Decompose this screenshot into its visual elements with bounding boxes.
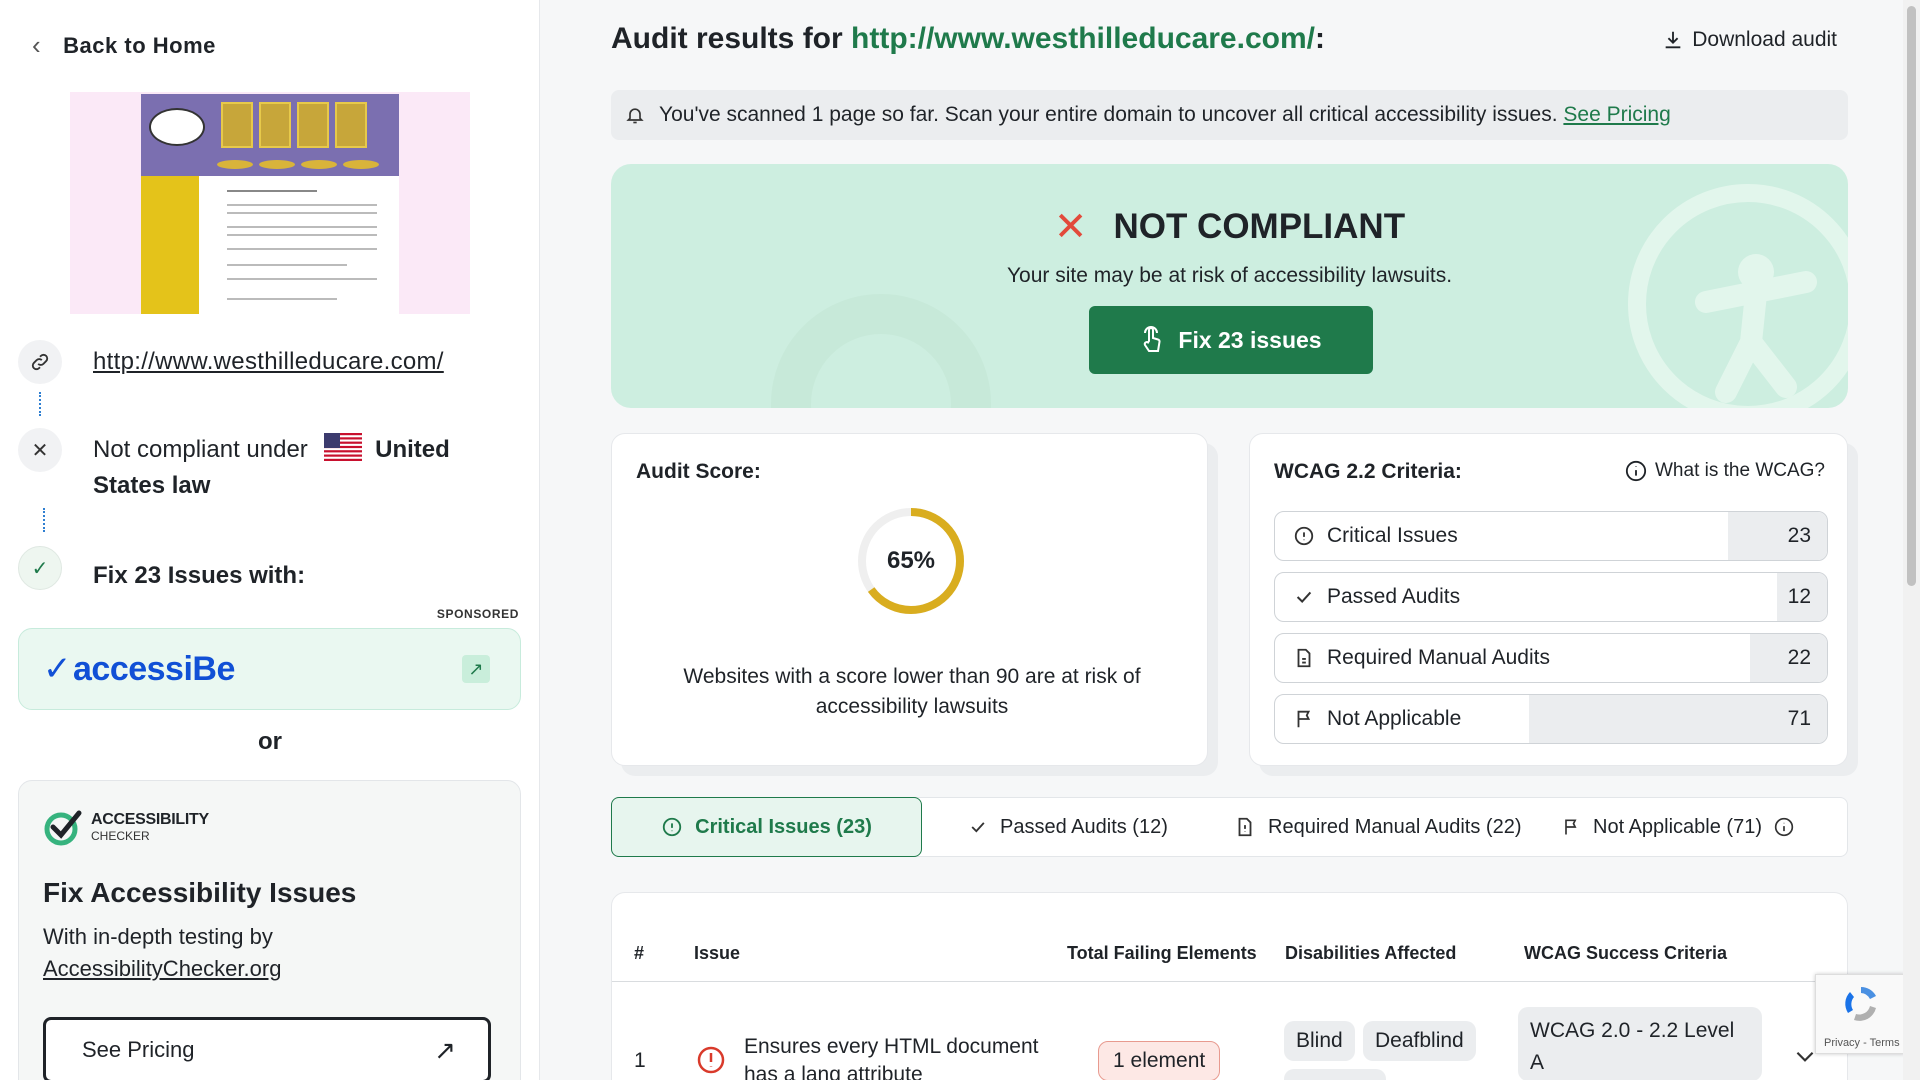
checker-subtitle: With in-depth testing by AccessibilityCh…: [43, 924, 282, 981]
disability-more-tag: +1 more: [1284, 1069, 1386, 1080]
site-screenshot-thumbnail: [70, 92, 470, 314]
tab-required-manual-audits[interactable]: Required Manual Audits (22): [1234, 797, 1521, 857]
col-number: #: [634, 943, 645, 963]
accessibe-logo: ✓accessiBe: [43, 650, 235, 688]
failing-elements-pill: 1 element: [1098, 1041, 1221, 1080]
back-label: Back to Home: [63, 32, 216, 58]
flag-icon: [1565, 819, 1577, 835]
audit-score-label: Audit Score:: [636, 460, 761, 483]
arrow-up-right-icon: ↗: [434, 1034, 456, 1065]
see-pricing-link[interactable]: See Pricing: [1563, 103, 1670, 126]
accessibe-sponsor-card[interactable]: ✓accessiBe ↗: [18, 628, 521, 710]
col-disabilities: Disabilities Affected: [1285, 943, 1457, 963]
disability-tag: Deafblind: [1363, 1021, 1476, 1061]
info-icon: [1774, 817, 1794, 837]
results-tabs: Critical Issues (23) Passed Audits (12) …: [611, 797, 1848, 857]
score-donut: 65%: [856, 506, 966, 616]
audit-score-card: Audit Score: 65% Websites with a score l…: [611, 433, 1208, 766]
criteria-critical-issues[interactable]: Critical Issues 23: [1274, 511, 1828, 561]
scrollbar-thumb[interactable]: [1907, 6, 1916, 586]
download-icon: [1665, 31, 1681, 49]
criteria-not-applicable[interactable]: Not Applicable 71: [1274, 694, 1828, 744]
accessibe-mark-icon: ✓: [43, 650, 72, 688]
tab-critical-issues[interactable]: Critical Issues (23): [611, 797, 922, 857]
risk-text: Your site may be at risk of accessibilit…: [1006, 264, 1453, 287]
link-icon: [18, 340, 62, 384]
recaptcha-terms: Privacy - Terms: [1824, 1037, 1900, 1049]
col-failing-elements: Total Failing Elements: [1067, 943, 1257, 963]
see-pricing-button[interactable]: See Pricing ↗: [43, 1017, 491, 1080]
external-arrow-icon: ↗: [462, 655, 490, 683]
main-content: Audit results for http://www.westhilledu…: [541, 0, 1903, 1080]
site-url-link[interactable]: http://www.westhilleducare.com/: [93, 348, 444, 376]
sponsored-label: SPONSORED: [436, 607, 519, 621]
back-to-home-link[interactable]: ‹ Back to Home: [32, 30, 216, 61]
check-icon: [971, 822, 985, 833]
bell-icon: [626, 108, 644, 124]
compliance-hero: ✕ NOT COMPLIANT Your site may be at risk…: [611, 164, 1848, 408]
row-number: 1: [634, 1049, 646, 1072]
page-scrollbar[interactable]: [1903, 0, 1920, 1080]
tab-not-applicable[interactable]: Not Applicable (71): [1561, 797, 1794, 857]
tab-passed-audits[interactable]: Passed Audits (12): [968, 797, 1168, 857]
recaptcha-icon: [1845, 987, 1876, 1021]
page-title: Audit results for http://www.westhilledu…: [611, 22, 1325, 55]
check-icon: ✓: [18, 546, 62, 590]
col-wcag-criteria: WCAG Success Criteria: [1524, 943, 1728, 963]
alert-circle-icon: [662, 817, 682, 837]
checker-title: Fix Accessibility Issues: [43, 877, 357, 908]
fix-with-heading: Fix 23 Issues with:: [93, 562, 306, 589]
document-icon: [1238, 817, 1252, 837]
x-icon: ✕: [1053, 205, 1088, 249]
sidebar: ‹ Back to Home http://www.westhilleducar…: [0, 0, 540, 1080]
wcag-label: WCAG 2.2 Criteria:: [1274, 460, 1462, 483]
error-circle-icon: [697, 1046, 725, 1074]
accessibility-checker-link[interactable]: AccessibilityChecker.org: [43, 956, 281, 981]
or-divider: or: [258, 728, 282, 755]
criteria-required-manual-audits[interactable]: Required Manual Audits 22: [1274, 633, 1828, 683]
compliance-status-heading: ✕ NOT COMPLIANT: [1053, 205, 1406, 249]
what-is-wcag-link[interactable]: What is the WCAG?: [1625, 460, 1825, 482]
info-icon: [1625, 460, 1647, 482]
us-flag-icon: [324, 433, 363, 461]
document-icon: [1297, 648, 1311, 668]
col-issue: Issue: [694, 943, 741, 963]
flag-icon: [1297, 710, 1311, 728]
download-audit-button[interactable]: Download audit: [1662, 28, 1837, 52]
issue-title: Ensures every HTML document has a lang a…: [744, 1035, 1039, 1080]
score-value: 65%: [886, 547, 936, 574]
scan-notice-banner: You've scanned 1 page so far. Scan your …: [611, 90, 1848, 140]
alert-circle-icon: [1294, 526, 1314, 546]
accessibility-checker-card: ACCESSIBILITY CHECKER Fix Accessibility …: [18, 780, 521, 1080]
tap-hand-icon: [1144, 326, 1161, 352]
recaptcha-badge[interactable]: Privacy - Terms: [1815, 974, 1905, 1054]
checker-logo-icon: [44, 810, 82, 846]
fix-issues-button[interactable]: Fix 23 issues: [1089, 306, 1373, 374]
criteria-passed-audits[interactable]: Passed Audits 12: [1274, 572, 1828, 622]
check-icon: [1296, 591, 1312, 604]
compliance-status: Not compliant under United States law: [93, 432, 493, 504]
x-icon: ✕: [18, 428, 62, 472]
disability-tag: Blind: [1284, 1021, 1355, 1061]
accessibility-checker-logo: ACCESSIBILITY CHECKER: [43, 807, 209, 847]
issues-table: # Issue Total Failing Elements Disabilit…: [611, 892, 1848, 1080]
wcag-criteria-card: WCAG 2.2 Criteria: What is the WCAG? Cri…: [1249, 433, 1848, 766]
score-note: Websites with a score lower than 90 are …: [683, 665, 1141, 718]
wcag-criteria-tag: WCAG 2.0 - 2.2 Level A: [1518, 1007, 1762, 1080]
chevron-left-icon: ‹: [32, 30, 42, 60]
